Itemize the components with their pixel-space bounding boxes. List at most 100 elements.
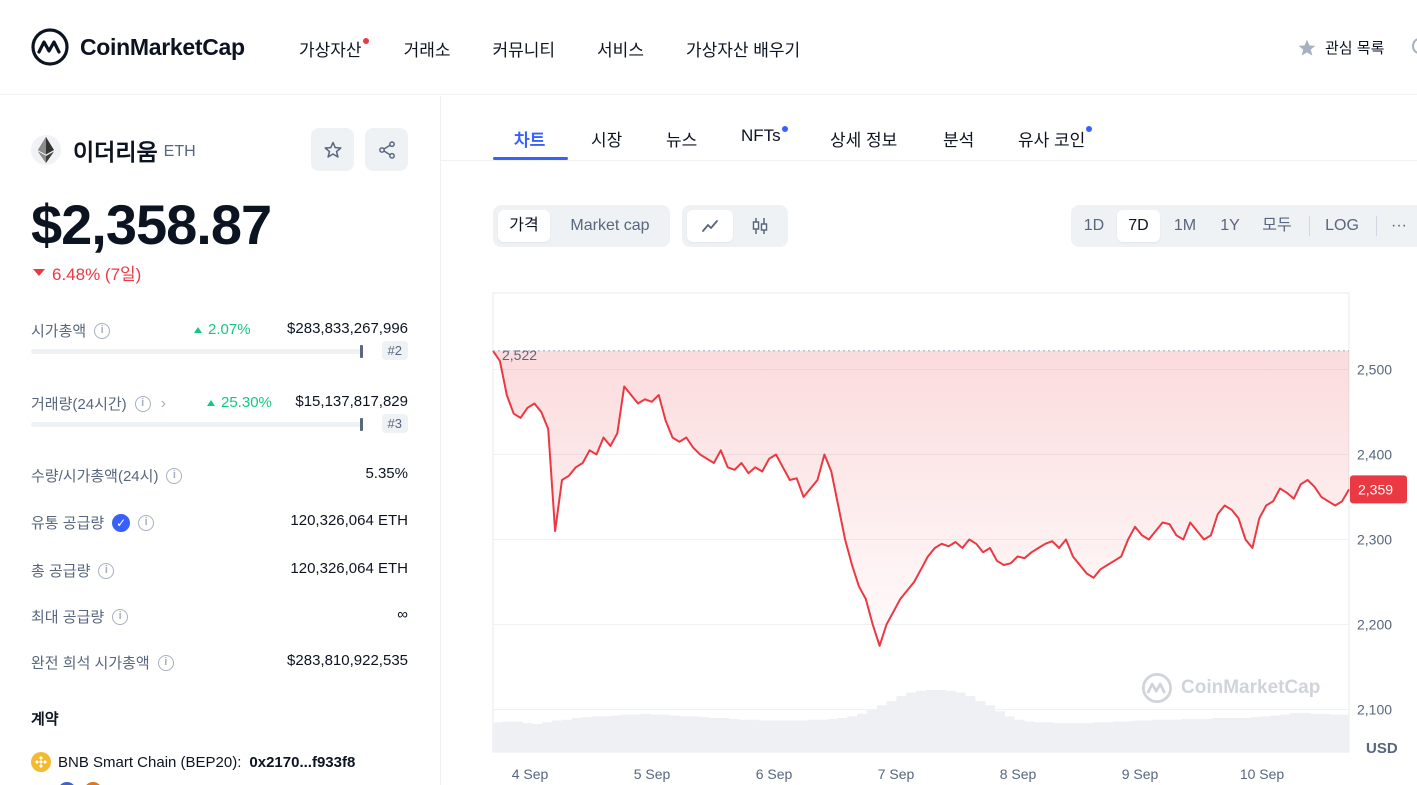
volume-bar	[611, 715, 622, 752]
volume-bar	[1043, 722, 1055, 752]
volume-bar	[552, 720, 563, 752]
volume-bar	[571, 718, 582, 752]
volume-bar	[719, 718, 730, 752]
volume-bar	[1309, 713, 1320, 752]
watermark-text: CoinMarketCap	[1181, 677, 1321, 698]
volume-bar	[699, 717, 710, 752]
price-area-fill	[493, 350, 1349, 646]
volume-bar	[630, 714, 641, 752]
volume-bar	[1240, 718, 1251, 752]
volume-bar	[984, 705, 996, 752]
volume-bar	[1014, 719, 1025, 752]
volume-bar	[1083, 723, 1094, 752]
volume-bar	[522, 723, 533, 752]
volume-bar	[1034, 722, 1045, 752]
volume-bar	[1289, 712, 1301, 752]
x-tick-label: 9 Sep	[1122, 766, 1159, 782]
volume-bar	[502, 721, 513, 752]
volume-bar	[1093, 722, 1104, 752]
volume-bar	[1181, 718, 1192, 752]
volume-bar	[876, 705, 887, 752]
volume-bar	[1250, 717, 1261, 752]
volume-bar	[689, 716, 700, 752]
y-tick-label: 2,300	[1357, 532, 1392, 548]
start-price-label: 2,522	[502, 347, 537, 363]
volume-bar	[581, 717, 592, 752]
x-tick-label: 5 Sep	[634, 766, 671, 782]
x-tick-label: 10 Sep	[1240, 766, 1285, 782]
volume-bar	[561, 719, 573, 752]
y-tick-label: 2,200	[1357, 617, 1392, 633]
volume-bar	[1063, 723, 1074, 752]
volume-bar	[1073, 723, 1084, 752]
volume-bar	[1171, 719, 1183, 752]
volume-bar	[738, 719, 750, 752]
volume-bar	[758, 720, 769, 752]
volume-bar	[1211, 718, 1222, 752]
volume-bar	[817, 719, 828, 752]
volume-bar	[798, 720, 809, 752]
volume-bar	[1103, 722, 1114, 752]
volume-bar	[1112, 721, 1124, 752]
y-tick-label: 2,500	[1357, 362, 1392, 378]
x-tick-label: 8 Sep	[1000, 766, 1037, 782]
volume-bar	[729, 718, 740, 752]
volume-bar	[640, 713, 651, 752]
volume-bar	[945, 690, 956, 752]
volume-bar	[591, 716, 602, 752]
volume-bar	[886, 701, 897, 752]
volume-bar	[1329, 714, 1340, 752]
current-price-label: 2,359	[1358, 481, 1393, 497]
volume-bar	[1299, 712, 1310, 752]
volume-bar	[1270, 715, 1281, 752]
volume-bar	[1280, 714, 1291, 752]
volume-bar	[1004, 716, 1015, 752]
coinmarketcap-logo-icon	[1142, 673, 1172, 703]
volume-bar	[768, 720, 779, 752]
volume-bar	[916, 690, 927, 752]
volume-bar	[650, 714, 661, 752]
volume-bar	[807, 719, 818, 752]
volume-bar	[866, 709, 878, 752]
volume-bar	[847, 716, 858, 752]
volume-bar	[1152, 719, 1163, 752]
volume-bar	[670, 715, 681, 752]
volume-bar	[660, 714, 671, 752]
volume-bar	[1201, 718, 1212, 752]
volume-bar	[1162, 719, 1173, 752]
volume-bar	[778, 720, 789, 752]
volume-bar	[925, 690, 937, 752]
volume-bar	[1191, 718, 1202, 752]
volume-bar	[709, 718, 720, 752]
volume-bar	[1260, 716, 1271, 752]
volume-bar	[788, 720, 799, 752]
volume-bar	[1122, 721, 1133, 752]
volume-bar	[532, 723, 543, 752]
volume-bar	[935, 690, 946, 752]
volume-bar	[994, 711, 1005, 752]
volume-bar	[1339, 714, 1350, 752]
volume-bar	[1024, 721, 1035, 752]
volume-bar	[1053, 723, 1064, 752]
volume-bar	[1230, 718, 1242, 752]
volume-bar	[955, 692, 966, 752]
volume-bar	[827, 718, 838, 752]
volume-bar	[542, 722, 553, 752]
y-tick-label: 2,100	[1357, 702, 1392, 718]
x-tick-label: 7 Sep	[878, 766, 915, 782]
volume-bar	[896, 695, 907, 752]
x-tick-label: 6 Sep	[756, 766, 793, 782]
volume-bar	[1132, 720, 1143, 752]
volume-bar	[679, 716, 691, 752]
volume-bar	[906, 692, 917, 752]
volume-bar	[748, 719, 759, 752]
volume-bar	[1319, 713, 1330, 752]
coinmarketcap-watermark: CoinMarketCap	[1141, 672, 1320, 704]
volume-bar	[975, 701, 986, 752]
y-tick-label: 2,400	[1357, 447, 1392, 463]
currency-unit-label: USD	[1366, 740, 1398, 757]
x-tick-label: 4 Sep	[512, 766, 549, 782]
price-chart[interactable]: 2,500 2,400 2,300 2,200 2,100 4 Sep 5 Sep 6 Se…	[0, 0, 1417, 785]
volume-bar	[512, 721, 523, 752]
volume-bar	[1142, 720, 1153, 752]
